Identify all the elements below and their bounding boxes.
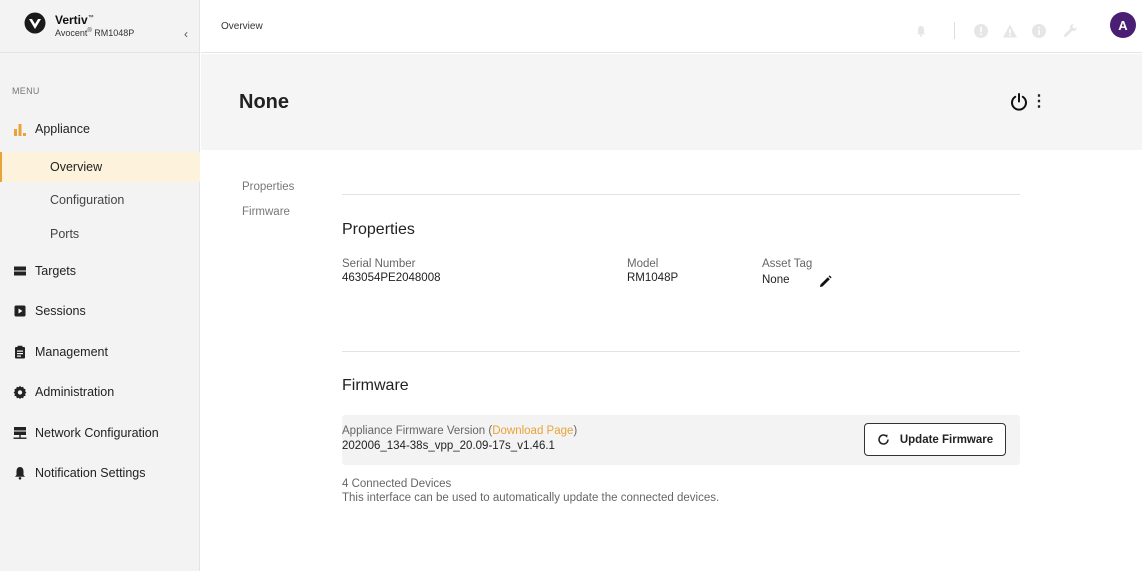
connected-devices-count: 4 Connected Devices bbox=[342, 478, 452, 490]
bell-icon bbox=[13, 466, 27, 480]
sidebar-item-network-configuration[interactable]: Network Configuration bbox=[0, 419, 200, 447]
server-icon bbox=[13, 264, 27, 278]
firmware-version-label: Appliance Firmware Version (Download Pag… bbox=[342, 425, 578, 437]
network-icon bbox=[13, 426, 27, 440]
collapse-sidebar-icon[interactable]: ‹ bbox=[184, 27, 194, 41]
alert-circle-icon[interactable] bbox=[973, 23, 989, 39]
sidebar-item-label: Network Configuration bbox=[35, 426, 159, 440]
sidebar-subitem-overview[interactable]: Overview bbox=[0, 152, 200, 182]
vertiv-logo-icon bbox=[24, 12, 46, 34]
model-value: RM1048P bbox=[627, 272, 679, 284]
model-label: Model bbox=[627, 258, 659, 270]
gear-icon bbox=[13, 385, 27, 399]
topbar-divider bbox=[954, 22, 955, 39]
sidebar-item-targets[interactable]: Targets bbox=[0, 257, 200, 285]
anchor-firmware[interactable]: Firmware bbox=[242, 206, 290, 218]
properties-title: Properties bbox=[342, 221, 415, 238]
sidebar-item-label: Sessions bbox=[35, 304, 86, 318]
brand-name: Vertiv™ bbox=[55, 13, 94, 27]
anchor-properties[interactable]: Properties bbox=[242, 181, 294, 193]
update-firmware-button[interactable]: Update Firmware bbox=[864, 423, 1006, 456]
sidebar-item-label: Management bbox=[35, 345, 108, 359]
serial-number-value: 463054PE2048008 bbox=[342, 272, 441, 284]
firmware-title: Firmware bbox=[342, 377, 409, 394]
firmware-version-value: 202006_134-38s_vpp_20.09-17s_v1.46.1 bbox=[342, 440, 555, 452]
serial-number-label: Serial Number bbox=[342, 258, 416, 270]
refresh-icon bbox=[878, 434, 889, 445]
page-header: None ⋮ bbox=[201, 54, 1142, 150]
connected-devices-description: This interface can be used to automatica… bbox=[342, 492, 720, 504]
warning-triangle-icon[interactable] bbox=[1002, 23, 1018, 39]
firmware-version-panel: Appliance Firmware Version (Download Pag… bbox=[342, 415, 1020, 465]
section-divider bbox=[342, 351, 1020, 352]
update-firmware-label: Update Firmware bbox=[899, 433, 994, 446]
bar-chart-icon bbox=[13, 122, 27, 136]
play-icon bbox=[13, 304, 27, 318]
sidebar-item-notification-settings[interactable]: Notification Settings bbox=[0, 459, 200, 487]
brand-product: Avocent® RM1048P bbox=[55, 28, 135, 38]
sidebar-item-sessions[interactable]: Sessions bbox=[0, 297, 200, 325]
sidebar-subitem-configuration[interactable]: Configuration bbox=[0, 185, 200, 215]
asset-tag-value: None bbox=[762, 274, 790, 286]
clipboard-icon bbox=[13, 345, 27, 359]
asset-tag-label: Asset Tag bbox=[762, 258, 813, 270]
sidebar-item-label: Targets bbox=[35, 264, 76, 278]
breadcrumb[interactable]: Overview bbox=[221, 21, 263, 32]
info-circle-icon[interactable] bbox=[1031, 23, 1047, 39]
sidebar-item-management[interactable]: Management bbox=[0, 338, 200, 366]
download-page-link[interactable]: Download Page bbox=[492, 425, 573, 437]
section-divider bbox=[342, 194, 1020, 195]
sidebar-subitem-label: Ports bbox=[50, 227, 80, 241]
sidebar-item-label: Appliance bbox=[35, 122, 90, 136]
pencil-icon[interactable] bbox=[819, 275, 832, 288]
sidebar-item-label: Notification Settings bbox=[35, 466, 146, 480]
top-bar: Overview A bbox=[201, 0, 1142, 53]
sidebar-item-appliance[interactable]: Appliance bbox=[0, 115, 200, 143]
sidebar: Vertiv™ Avocent® RM1048P ‹ MENU Applianc… bbox=[0, 0, 200, 571]
sidebar-item-label: Administration bbox=[35, 385, 115, 399]
sidebar-subitem-label: Configuration bbox=[50, 193, 125, 207]
power-icon[interactable] bbox=[1009, 92, 1029, 112]
avatar[interactable]: A bbox=[1110, 12, 1136, 38]
sidebar-subitem-ports[interactable]: Ports bbox=[0, 219, 200, 249]
sidebar-item-administration[interactable]: Administration bbox=[0, 378, 200, 406]
brand-header: Vertiv™ Avocent® RM1048P ‹ bbox=[0, 0, 200, 53]
bell-icon[interactable] bbox=[913, 23, 929, 39]
more-options-icon[interactable]: ⋮ bbox=[1031, 92, 1047, 112]
page-title: None bbox=[239, 91, 289, 113]
menu-label: MENU bbox=[12, 86, 40, 96]
sidebar-subitem-label: Overview bbox=[50, 160, 103, 174]
wrench-icon[interactable] bbox=[1062, 23, 1078, 39]
